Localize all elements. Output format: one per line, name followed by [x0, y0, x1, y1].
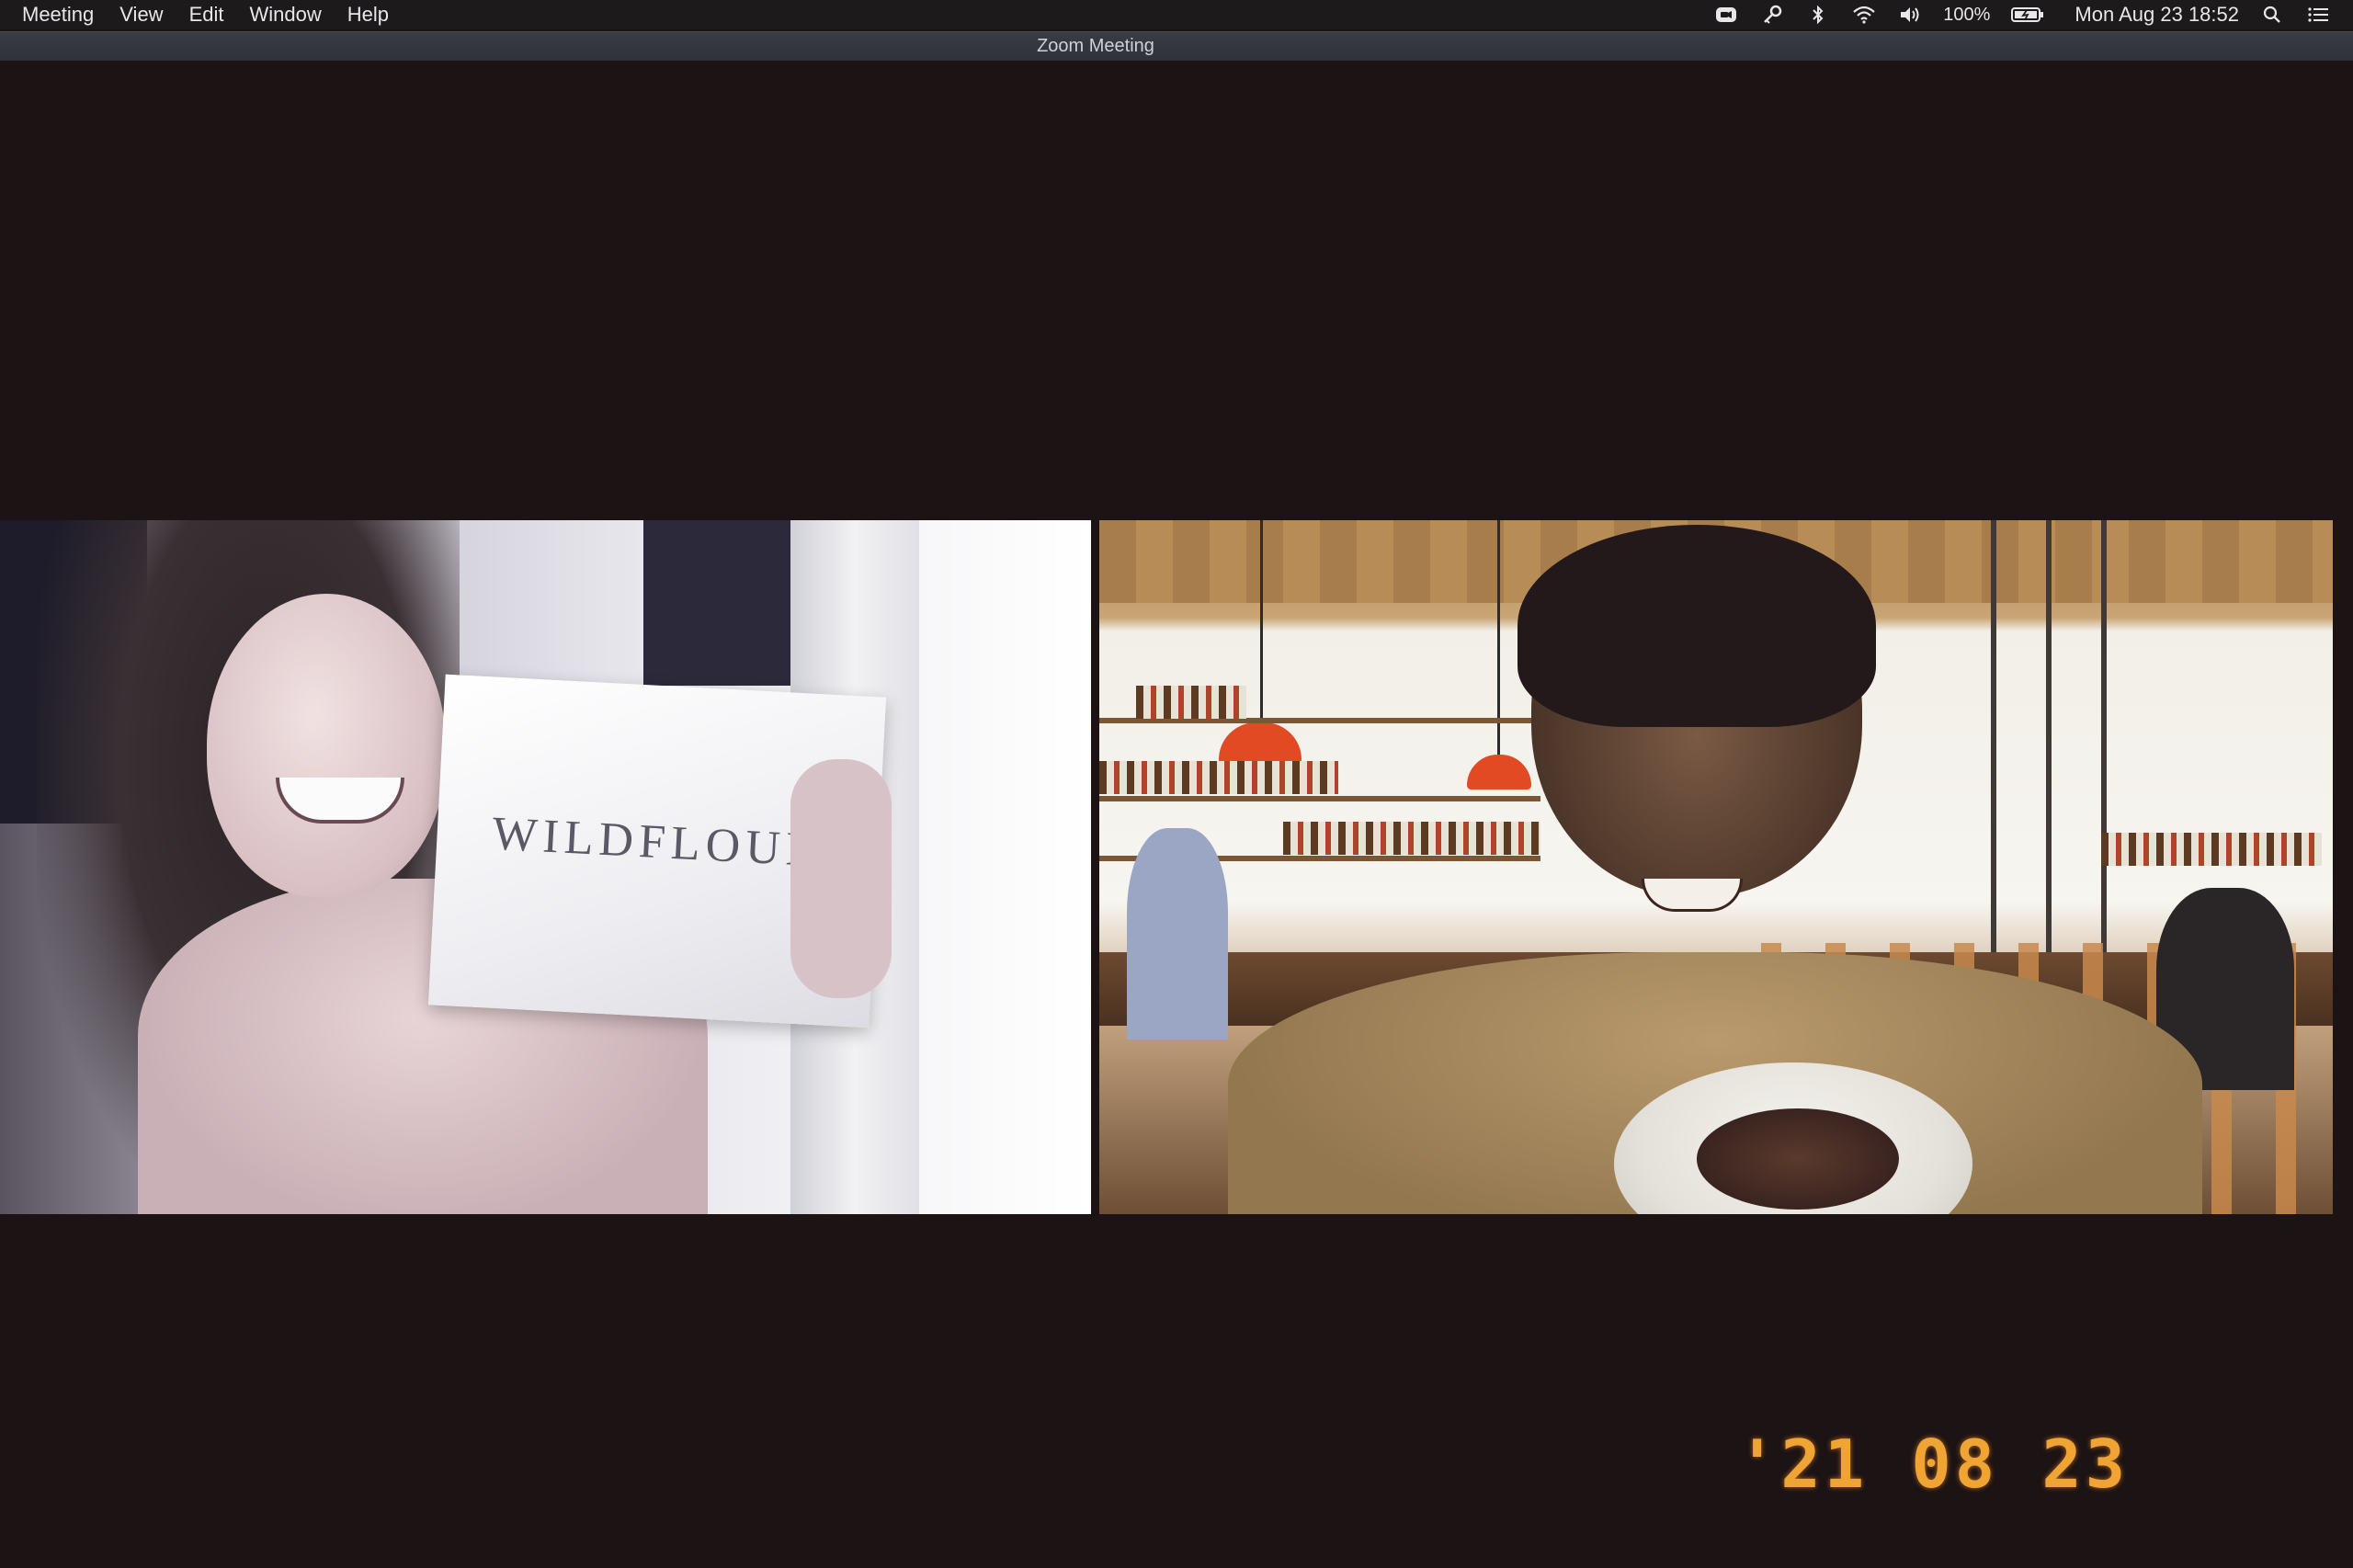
video-background-window	[643, 520, 790, 686]
menu-meeting[interactable]: Meeting	[22, 3, 94, 27]
shelf-bottles	[1099, 761, 1338, 794]
shelf-bottles	[1283, 822, 1540, 855]
bowl-food	[1697, 1108, 1899, 1210]
wall-shelf	[1099, 796, 1540, 801]
meeting-canvas: WILDFLOUR '21 08 23	[0, 61, 2353, 1568]
window-title-bar[interactable]: Zoom Meeting	[0, 31, 2353, 61]
menu-edit[interactable]: Edit	[189, 3, 224, 27]
shelf-bottles	[1136, 686, 1246, 719]
participant-video-left[interactable]: WILDFLOUR	[0, 520, 1091, 1214]
menubar-clock[interactable]: Mon Aug 23 18:52	[2075, 3, 2239, 27]
shelf-bottles	[2101, 833, 2322, 866]
lamp-cord	[1497, 520, 1500, 768]
box-brand-text: WILDFLOUR	[491, 807, 824, 877]
app-menus: Meeting View Edit Window Help	[22, 3, 389, 27]
lamp-cord	[1260, 520, 1263, 732]
search-icon[interactable]	[2259, 4, 2285, 26]
notification-center-icon[interactable]	[2305, 4, 2331, 26]
wifi-icon[interactable]	[1851, 4, 1877, 26]
participant-video-right[interactable]	[1099, 520, 2333, 1214]
participant-face	[207, 594, 446, 897]
menu-help[interactable]: Help	[347, 3, 389, 27]
zoom-icon[interactable]	[1713, 4, 1739, 26]
date-stamp: '21 08 23	[1737, 1426, 2130, 1503]
status-area: 100% Mon Aug 23 18:52	[1713, 3, 2331, 27]
volume-icon[interactable]	[1897, 4, 1923, 26]
bluetooth-icon[interactable]	[1805, 4, 1831, 26]
menu-view[interactable]: View	[119, 3, 163, 27]
menu-bar: Meeting View Edit Window Help 100% Mon A…	[0, 0, 2353, 29]
menu-window[interactable]: Window	[250, 3, 322, 27]
battery-icon[interactable]	[2010, 4, 2045, 26]
background-person	[1127, 828, 1228, 1040]
window-title: Zoom Meeting	[1037, 36, 1154, 56]
key-icon[interactable]	[1759, 4, 1785, 26]
participant-hand	[790, 759, 892, 998]
battery-percent: 100%	[1943, 4, 1991, 25]
participant-hair	[1518, 525, 1876, 727]
